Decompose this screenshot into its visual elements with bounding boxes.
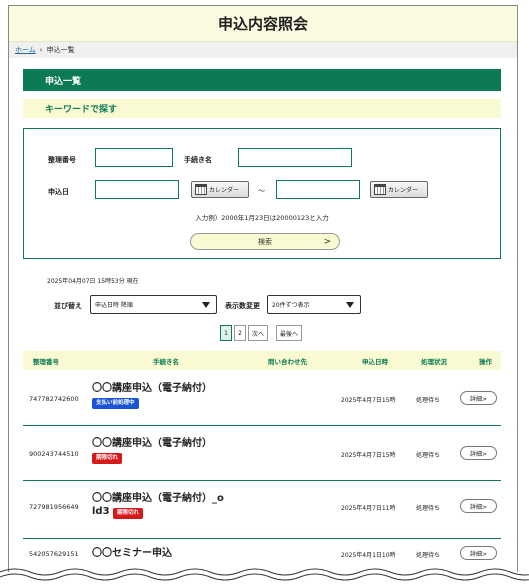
page-2-button[interactable]: 2: [234, 325, 246, 341]
procedure-title-text: 〇〇講座申込（電子納付）_o: [92, 493, 224, 504]
col-contact: 問い合わせ先: [268, 358, 307, 366]
table-header: 整理番号 手続き名 問い合わせ先 申込日時 処理状況 操作: [23, 351, 501, 370]
page-size-select-value: 20件ずつ表示: [272, 302, 310, 309]
search-panel: 整理番号 手続き名 申込日 カレンダー ～ カレンダー 入力例）2000年1月2…: [23, 128, 501, 259]
calendar-button-label: カレンダー: [388, 187, 419, 194]
procedure-title-text: 〇〇講座申込（電子納付）: [92, 438, 212, 449]
chevron-right-icon: >: [323, 236, 331, 247]
next-page-button[interactable]: 次へ: [248, 325, 269, 341]
page-size-label: 表示数変更: [225, 302, 260, 310]
detail-button[interactable]: 詳細>: [460, 391, 497, 405]
section-title: 申込一覧: [23, 69, 501, 91]
apply-date: 2025年4月1日10時: [341, 552, 396, 559]
dropdown-arrow-icon: [202, 302, 210, 308]
apply-date: 2025年4月7日15時: [341, 452, 396, 459]
col-action: 操作: [479, 358, 492, 366]
breadcrumb: ホーム › 申込一覧: [9, 42, 517, 58]
detail-button[interactable]: 詳細>: [460, 546, 497, 560]
calendar-icon: [195, 184, 207, 195]
apply-date: 2025年4月7日15時: [341, 397, 396, 404]
torn-edge-divider: [0, 568, 529, 586]
ref-number: 542057629151: [29, 550, 79, 558]
process-status: 処理待ち: [416, 397, 441, 404]
date-from-input[interactable]: [95, 180, 179, 199]
sort-select[interactable]: 申込日時 降順: [90, 295, 217, 314]
status-badge: 期限切れ: [92, 453, 123, 464]
date-to-input[interactable]: [276, 180, 360, 199]
calendar-button-label: カレンダー: [209, 187, 240, 194]
page-1-button[interactable]: 1: [220, 325, 232, 341]
sort-controls: 並び替え 申込日時 降順 表示数変更 20件ずつ表示: [0, 295, 529, 315]
ref-number: 727981956649: [29, 503, 79, 511]
procedure-title: 〇〇講座申込（電子納付） 支払い前処理中: [92, 382, 212, 409]
search-button-label: 検索: [258, 237, 272, 246]
col-procedure: 手続き名: [153, 358, 179, 366]
apply-date: 2025年4月7日11時: [341, 505, 396, 512]
process-status: 処理待ち: [416, 552, 441, 559]
breadcrumb-current: 申込一覧: [46, 46, 75, 54]
search-button[interactable]: 検索 >: [190, 233, 340, 250]
calendar-from-button[interactable]: カレンダー: [191, 181, 249, 198]
dropdown-arrow-icon: [346, 302, 354, 308]
col-ref-number: 整理番号: [33, 358, 59, 366]
detail-button[interactable]: 詳細>: [460, 446, 497, 460]
col-status: 処理状況: [421, 358, 447, 366]
status-badge: 支払い前処理中: [92, 398, 139, 409]
process-status: 処理待ち: [416, 452, 441, 459]
apply-date-label: 申込日: [48, 188, 69, 196]
procedure-title: 〇〇セミナー申込: [92, 547, 172, 560]
process-status: 処理待ち: [416, 505, 441, 512]
ref-number: 747782742600: [29, 395, 79, 403]
procedure-name-label: 手続き名: [184, 156, 212, 164]
detail-button[interactable]: 詳細>: [460, 499, 497, 513]
ref-number-label: 整理番号: [48, 156, 76, 164]
table-row: 727981956649 〇〇講座申込（電子納付）_o ld3 期限切れ 202…: [23, 481, 501, 539]
range-separator: ～: [258, 187, 265, 195]
pagination: 1 2 次へ 最後へ: [220, 325, 303, 341]
procedure-name-input[interactable]: [238, 148, 352, 167]
ref-number-input[interactable]: [95, 148, 173, 167]
current-timestamp: 2025年04月07日 15時53分 現在: [47, 278, 139, 285]
status-badge: 期限切れ: [113, 508, 144, 519]
procedure-title-text-cont: ld3: [92, 506, 110, 517]
table-row: 747782742600 〇〇講座申込（電子納付） 支払い前処理中 2025年4…: [23, 371, 501, 426]
page-title: 申込内容照会: [9, 6, 517, 42]
col-apply-date: 申込日時: [362, 358, 388, 366]
sort-select-value: 申込日時 降順: [95, 302, 133, 309]
ref-number: 900243744510: [29, 450, 79, 458]
last-page-button[interactable]: 最後へ: [276, 325, 303, 341]
calendar-icon: [374, 184, 386, 195]
breadcrumb-home-link[interactable]: ホーム: [15, 45, 36, 55]
calendar-to-button[interactable]: カレンダー: [370, 181, 428, 198]
procedure-title: 〇〇講座申込（電子納付）_o ld3 期限切れ: [92, 492, 224, 519]
input-hint: 入力例）2000年1月23日は20000123と入力: [195, 214, 329, 222]
table-row: 900243744510 〇〇講座申込（電子納付） 期限切れ 2025年4月7日…: [23, 426, 501, 481]
breadcrumb-separator: ›: [39, 46, 43, 54]
sort-label: 並び替え: [54, 302, 82, 310]
keyword-search-title: キーワードで探す: [23, 99, 501, 118]
procedure-title: 〇〇講座申込（電子納付） 期限切れ: [92, 437, 212, 464]
procedure-title-text: 〇〇セミナー申込: [92, 548, 172, 559]
procedure-title-text: 〇〇講座申込（電子納付）: [92, 383, 212, 394]
page-size-select[interactable]: 20件ずつ表示: [267, 295, 361, 314]
